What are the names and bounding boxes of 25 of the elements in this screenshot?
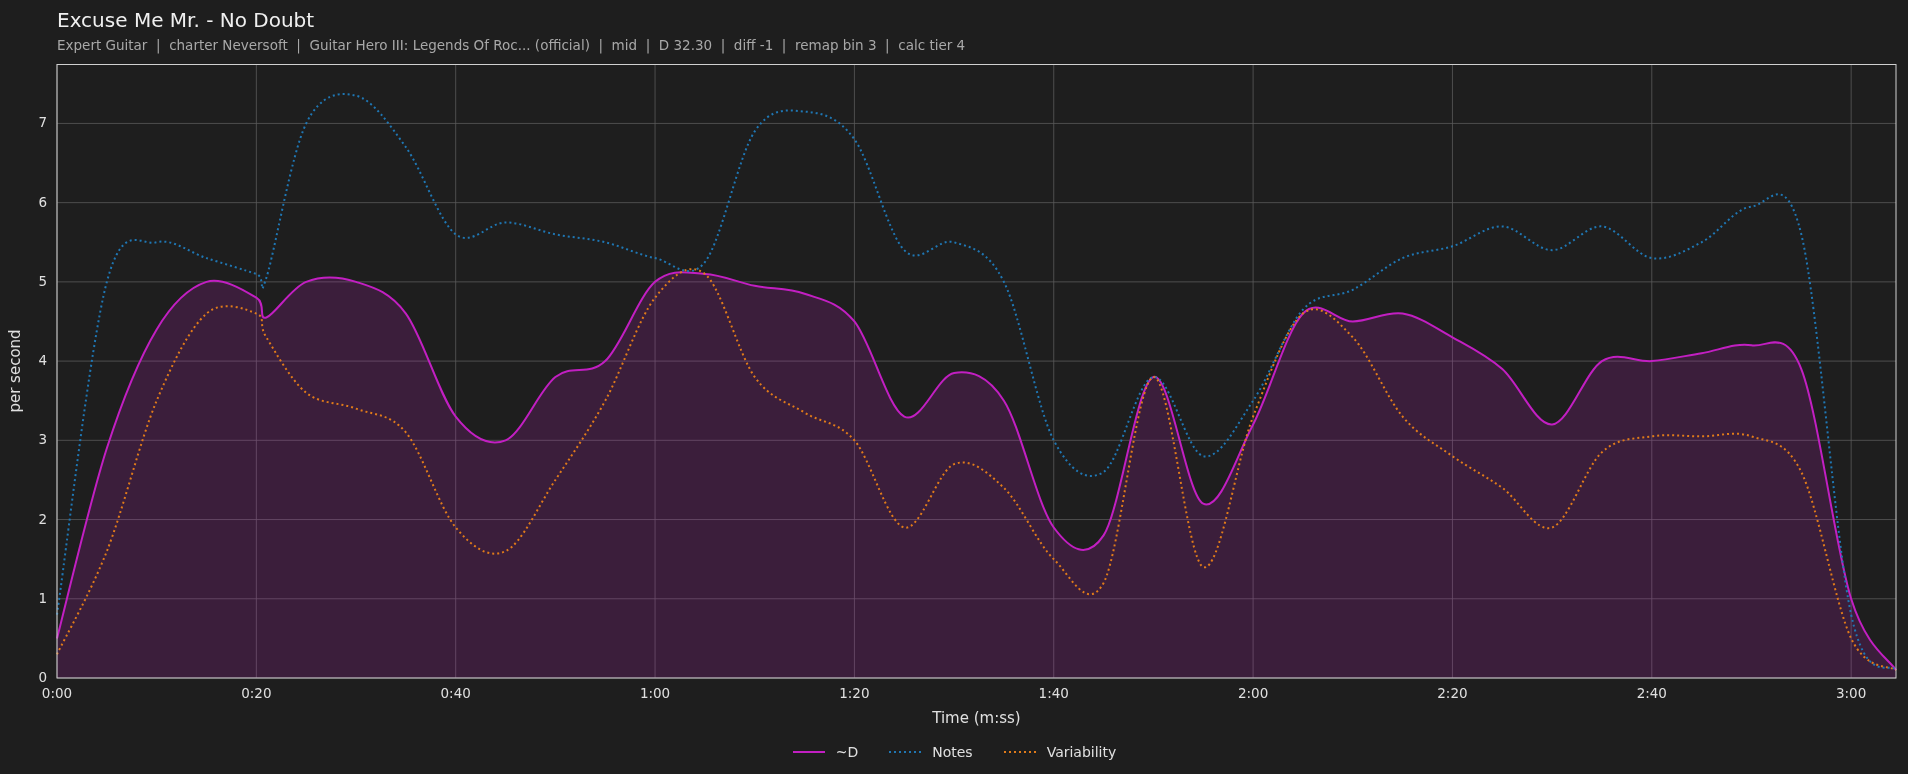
x-tick-label: 2:00 xyxy=(1237,685,1269,701)
y-tick-label: 6 xyxy=(38,193,47,210)
y-tick-label: 4 xyxy=(38,352,47,369)
x-tick-label: 1:40 xyxy=(1038,685,1069,701)
y-tick-label: 0 xyxy=(38,669,47,685)
legend-label: Notes xyxy=(932,743,973,760)
y-tick-label: 3 xyxy=(38,431,47,448)
x-tick-label: 0:40 xyxy=(440,685,471,701)
y-tick-label: 5 xyxy=(38,272,47,289)
legend-label: ~D xyxy=(835,743,859,760)
y-axis-label: per second xyxy=(6,329,24,413)
y-tick-label: 7 xyxy=(38,114,47,131)
x-tick-label: 2:40 xyxy=(1636,685,1667,701)
x-axis-label: Time (m:ss) xyxy=(932,709,1021,727)
x-tick-label: 2:20 xyxy=(1437,685,1468,701)
x-tick-label: 0:20 xyxy=(241,685,272,701)
x-tick-label: 1:00 xyxy=(639,685,671,701)
chart-subtitle: Expert Guitar | charter Neversoft | Guitar Hero III: Legends Of Roc... (official) | mid | D 32.30 | diff -1 | remap bin 3 | calc tier 4 xyxy=(57,36,967,56)
y-tick-label: 2 xyxy=(38,510,47,527)
x-tick-label: 3:00 xyxy=(1836,685,1867,701)
y-tick-label: 1 xyxy=(38,589,47,606)
chart-title: Excuse Me Mr. - No Doubt xyxy=(57,7,316,34)
legend-label: Variability xyxy=(1046,743,1117,760)
x-tick-label: 0:00 xyxy=(41,685,73,701)
x-tick-label: 1:20 xyxy=(839,685,870,701)
